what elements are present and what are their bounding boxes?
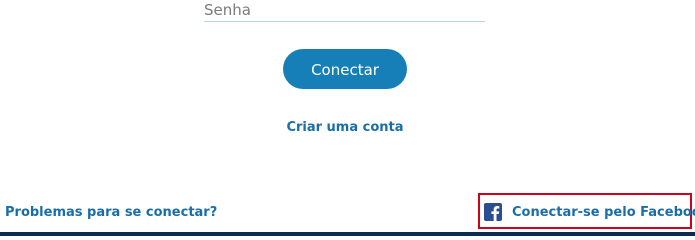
facebook-connect-label: Conectar-se pelo Facebook bbox=[512, 204, 695, 220]
facebook-icon bbox=[484, 203, 502, 221]
bottom-bar bbox=[0, 232, 695, 236]
facebook-connect-link[interactable]: Conectar-se pelo Facebook bbox=[484, 202, 695, 222]
login-page: Conectar Criar uma conta Problemas para … bbox=[0, 0, 695, 236]
connect-button[interactable]: Conectar bbox=[283, 49, 407, 89]
create-account-link[interactable]: Criar uma conta bbox=[0, 120, 690, 135]
password-input[interactable] bbox=[204, 0, 485, 20]
trouble-connecting-link[interactable]: Problemas para se conectar? bbox=[5, 205, 217, 220]
password-field-wrapper bbox=[204, 0, 485, 22]
